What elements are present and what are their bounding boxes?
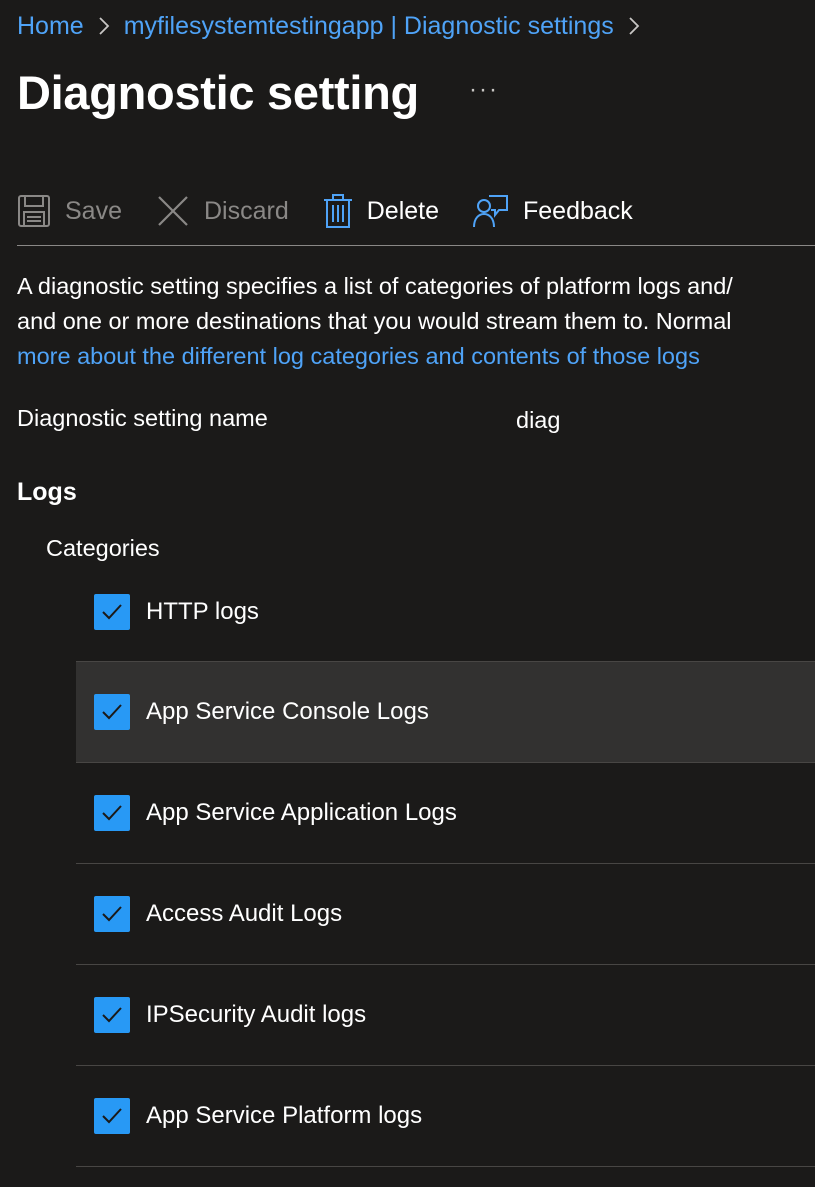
command-bar: Save Discard Delete Feedback: [17, 186, 815, 236]
checkmark-icon: [102, 1007, 122, 1023]
category-label: IPSecurity Audit logs: [146, 1001, 367, 1028]
checkmark-icon: [102, 704, 122, 720]
description-text: A diagnostic setting specifies a list of…: [17, 269, 815, 374]
category-row-http-logs[interactable]: HTTP logs: [76, 562, 815, 661]
toolbar-divider: [17, 245, 815, 246]
chevron-right-icon: [628, 16, 640, 36]
breadcrumb-home-link[interactable]: Home: [17, 8, 84, 44]
trash-icon: [323, 194, 353, 228]
close-icon: [156, 194, 190, 228]
checkmark-icon: [102, 805, 122, 821]
category-row-app-service-application-logs[interactable]: App Service Application Logs: [76, 763, 815, 864]
learn-more-link[interactable]: more about the different log categories …: [17, 339, 815, 374]
feedback-label: Feedback: [523, 196, 633, 225]
setting-name-value: diag: [516, 407, 561, 433]
category-label: App Service Platform logs: [146, 1102, 423, 1129]
discard-label: Discard: [203, 196, 289, 225]
logs-heading: Logs: [17, 478, 77, 506]
description-line-1: A diagnostic setting specifies a list of…: [17, 273, 733, 299]
discard-button[interactable]: Discard: [156, 194, 289, 228]
category-label: Access Audit Logs: [146, 900, 343, 927]
chevron-right-icon: [98, 16, 110, 36]
categories-list: HTTP logs App Service Console Logs App S…: [76, 562, 815, 1167]
page-title: Diagnostic setting: [17, 66, 419, 119]
checkbox-http-logs[interactable]: [94, 593, 130, 630]
description-line-2: and one or more destinations that you wo…: [17, 308, 732, 334]
checkbox-access-audit-logs[interactable]: [94, 896, 130, 932]
save-icon: [17, 194, 51, 228]
checkbox-ipsecurity-audit-logs[interactable]: [94, 997, 130, 1033]
title-row: Diagnostic setting ···: [17, 64, 499, 122]
checkmark-icon: [102, 1108, 122, 1124]
checkmark-icon: [102, 906, 122, 922]
category-row-app-service-console-logs[interactable]: App Service Console Logs: [76, 661, 815, 763]
delete-button[interactable]: Delete: [323, 194, 439, 228]
breadcrumb-diagnostic-settings-link[interactable]: myfilesystemtestingapp | Diagnostic sett…: [124, 8, 614, 44]
checkbox-app-service-console-logs[interactable]: [94, 694, 130, 730]
category-label: App Service Application Logs: [146, 799, 457, 826]
checkmark-icon: [102, 603, 122, 619]
setting-name-label: Diagnostic setting name: [17, 405, 268, 431]
category-row-app-service-platform-logs[interactable]: App Service Platform logs: [76, 1066, 815, 1167]
category-label: HTTP logs: [146, 597, 259, 625]
checkbox-app-service-platform-logs[interactable]: [94, 1098, 130, 1134]
category-label: App Service Console Logs: [146, 698, 429, 725]
category-row-access-audit-logs[interactable]: Access Audit Logs: [76, 864, 815, 965]
categories-heading: Categories: [46, 535, 160, 561]
breadcrumb: Home myfilesystemtestingapp | Diagnostic…: [17, 8, 654, 44]
more-options-button[interactable]: ···: [469, 78, 499, 102]
diagnostic-setting-page: Home myfilesystemtestingapp | Diagnostic…: [0, 0, 815, 1187]
save-button[interactable]: Save: [17, 194, 122, 228]
feedback-button[interactable]: Feedback: [473, 194, 633, 228]
checkbox-app-service-application-logs[interactable]: [94, 795, 130, 831]
category-row-ipsecurity-audit-logs[interactable]: IPSecurity Audit logs: [76, 965, 815, 1066]
save-label: Save: [65, 196, 122, 225]
feedback-icon: [473, 194, 509, 228]
delete-label: Delete: [366, 196, 439, 225]
